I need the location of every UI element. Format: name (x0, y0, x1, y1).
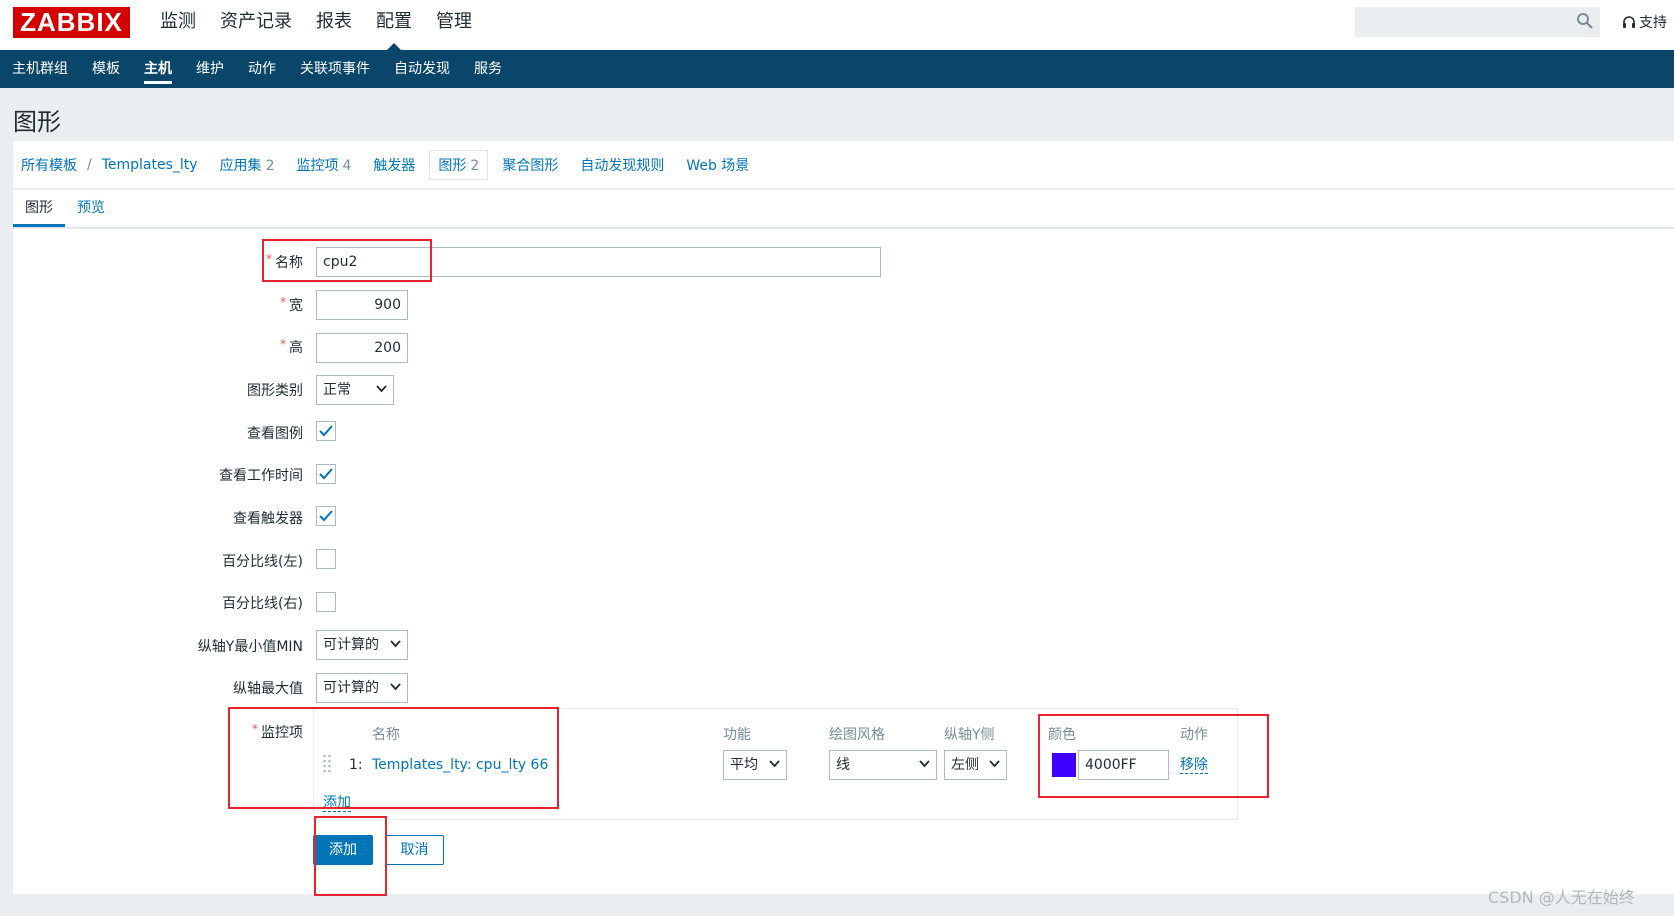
item-remove-link[interactable]: 移除 (1180, 757, 1208, 774)
percentile-right-checkbox[interactable] (316, 592, 336, 612)
breadcrumb-template[interactable]: Templates_lty (102, 157, 198, 173)
submenu-templates[interactable]: 模板 (80, 50, 132, 88)
items-col-draw-style: 绘图风格 (829, 727, 885, 743)
name-field[interactable]: cpu2 (316, 247, 881, 277)
tab-triggers[interactable]: 触发器 (373, 155, 415, 175)
breadcrumb: 所有模板 / Templates_lty 应用集 2 监控项 4 触发器 图形 2 聚… (13, 141, 1674, 189)
chevron-down-icon (989, 760, 1000, 768)
items-col-action: 动作 (1180, 727, 1208, 743)
menu-item-inventory[interactable]: 资产记录 (208, 0, 304, 50)
submenu-maintenance[interactable]: 维护 (184, 50, 236, 88)
items-col-color: 颜色 (1048, 727, 1076, 743)
checkmark-icon (319, 425, 333, 437)
ymin-label: 纵轴Y最小值MIN (197, 639, 303, 655)
items-col-y-axis: 纵轴Y侧 (944, 727, 995, 743)
item-name-link[interactable]: Templates_lty: cpu_lty 66 (372, 757, 548, 773)
chevron-down-icon (769, 760, 780, 768)
submenu-actions[interactable]: 动作 (236, 50, 288, 88)
zabbix-logo[interactable]: ZABBIX (13, 7, 130, 38)
item-color-field[interactable]: 4000FF (1078, 750, 1169, 780)
percentile-right-label: 百分比线(右) (222, 596, 303, 612)
add-item-link[interactable]: 添加 (323, 795, 351, 812)
submenu-host-groups[interactable]: 主机群组 (0, 50, 80, 88)
item-index: 1: (349, 757, 363, 773)
items-label: 监控项 (252, 722, 303, 742)
tab-items[interactable]: 监控项 4 (296, 155, 351, 175)
main-menu: 监测 资产记录 报表 配置 管理 (148, 0, 484, 50)
top-header: ZABBIX 监测 资产记录 报表 配置 管理 支持 (0, 0, 1674, 50)
cancel-button[interactable]: 取消 (385, 835, 444, 865)
breadcrumb-all-templates[interactable]: 所有模板 (21, 155, 77, 175)
support-label: 支持 (1639, 15, 1667, 31)
percentile-left-checkbox[interactable] (316, 549, 336, 569)
show-work-period-checkbox[interactable] (316, 464, 336, 484)
submenu-discovery[interactable]: 自动发现 (382, 50, 462, 88)
submenu-hosts[interactable]: 主机 (132, 50, 184, 88)
breadcrumb-separator: / (87, 156, 92, 173)
width-label: 宽 (280, 295, 303, 315)
submenu-event-correlation[interactable]: 关联项事件 (288, 50, 382, 88)
tab-applications[interactable]: 应用集 2 (220, 155, 275, 175)
items-col-name: 名称 (372, 727, 400, 743)
search-icon[interactable] (1576, 12, 1594, 30)
show-work-period-label: 查看工作时间 (219, 468, 303, 484)
tab-web-scenarios[interactable]: Web 场景 (686, 155, 749, 175)
items-col-function: 功能 (723, 727, 751, 743)
item-y-axis-select[interactable]: 左侧 (944, 750, 1007, 780)
ymax-label: 纵轴最大值 (233, 681, 303, 697)
tab-preview[interactable]: 预览 (65, 190, 117, 227)
tab-graph[interactable]: 图形 (13, 190, 65, 227)
graph-type-label: 图形类别 (247, 383, 303, 399)
watermark: CSDN @人无在始终 (1488, 888, 1635, 907)
chevron-down-icon (390, 683, 401, 691)
checkmark-icon (319, 468, 333, 480)
menu-item-administration[interactable]: 管理 (424, 0, 484, 50)
ymin-select[interactable]: 可计算的 (316, 630, 408, 660)
headset-icon (1623, 16, 1635, 28)
show-triggers-label: 查看触发器 (233, 511, 303, 527)
height-field[interactable]: 200 (316, 333, 408, 363)
page-title: 图形 (13, 108, 61, 136)
menu-item-configuration[interactable]: 配置 (364, 0, 424, 50)
submit-add-button[interactable]: 添加 (313, 835, 373, 865)
chevron-down-icon (390, 640, 401, 648)
height-label: 高 (280, 337, 303, 357)
menu-item-monitoring[interactable]: 监测 (148, 0, 208, 50)
chevron-down-icon (376, 385, 387, 393)
chevron-down-icon (919, 760, 930, 768)
show-legend-checkbox[interactable] (316, 421, 336, 441)
support-link[interactable]: 支持 (1622, 12, 1667, 32)
checkmark-icon (319, 510, 333, 522)
item-function-select[interactable]: 平均 (723, 750, 787, 780)
global-search-input[interactable] (1355, 7, 1600, 37)
show-triggers-checkbox[interactable] (316, 506, 336, 526)
ymax-select[interactable]: 可计算的 (316, 673, 408, 703)
menu-item-reports[interactable]: 报表 (304, 0, 364, 50)
name-label: 名称 (266, 252, 303, 272)
item-color-swatch[interactable] (1052, 753, 1076, 777)
width-field[interactable]: 900 (316, 290, 408, 320)
item-draw-style-select[interactable]: 线 (829, 750, 937, 780)
tab-graphs[interactable]: 图形 2 (429, 149, 489, 180)
tab-discovery-rules[interactable]: 自动发现规则 (580, 155, 664, 175)
tab-screens[interactable]: 聚合图形 (502, 155, 558, 175)
form-tabs: 图形 预览 (13, 190, 1674, 228)
submenu-services[interactable]: 服务 (462, 50, 514, 88)
show-legend-label: 查看图例 (247, 426, 303, 442)
percentile-left-label: 百分比线(左) (222, 554, 303, 570)
graph-type-select[interactable]: 正常 (316, 375, 394, 405)
drag-handle-icon[interactable] (322, 753, 332, 775)
sub-menu: 主机群组 模板 主机 维护 动作 关联项事件 自动发现 服务 (0, 50, 1674, 88)
